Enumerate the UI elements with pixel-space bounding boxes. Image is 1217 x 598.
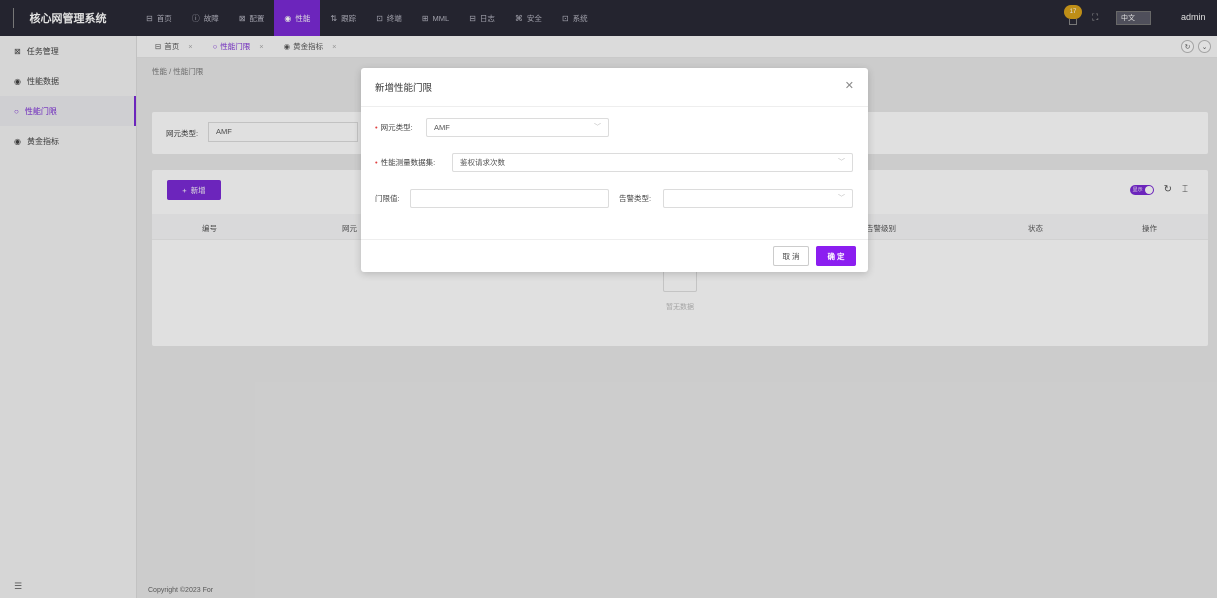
alarm-type-row: 告警类型:	[619, 193, 651, 204]
alarm-type-label: 告警类型:	[619, 194, 652, 203]
threshold-label: 门限值:	[375, 194, 400, 203]
required-mark: •	[375, 123, 378, 132]
ne-type-row: • 网元类型:	[375, 122, 413, 133]
ne-type-label: 网元类型:	[380, 123, 413, 132]
threshold-input[interactable]	[410, 189, 609, 208]
cancel-button[interactable]: 取 消	[773, 246, 809, 266]
measure-row: • 性能测量数据集:	[375, 157, 435, 168]
confirm-button[interactable]: 确 定	[816, 246, 856, 266]
measure-label: 性能测量数据集:	[380, 158, 436, 167]
ne-type-select[interactable]: AMF ﹀	[426, 118, 609, 137]
dialog-footer-divider	[361, 239, 868, 240]
add-threshold-dialog: 新增性能门限 ✕ • 网元类型: AMF ﹀ • 性能测量数据集: 鉴权请求次数…	[361, 68, 868, 272]
measure-value: 鉴权请求次数	[460, 158, 505, 167]
dialog-title: 新增性能门限	[375, 83, 433, 94]
required-mark: •	[375, 158, 378, 167]
threshold-row: 门限值:	[375, 193, 400, 204]
ne-type-value: AMF	[434, 123, 450, 132]
alarm-type-select[interactable]: ﹀	[663, 189, 853, 208]
chevron-down-icon: ﹀	[838, 195, 845, 202]
dialog-divider	[361, 106, 868, 107]
close-icon[interactable]: ✕	[845, 79, 854, 92]
chevron-down-icon: ﹀	[594, 124, 601, 131]
measure-select[interactable]: 鉴权请求次数 ﹀	[452, 153, 853, 172]
chevron-down-icon: ﹀	[838, 159, 845, 166]
